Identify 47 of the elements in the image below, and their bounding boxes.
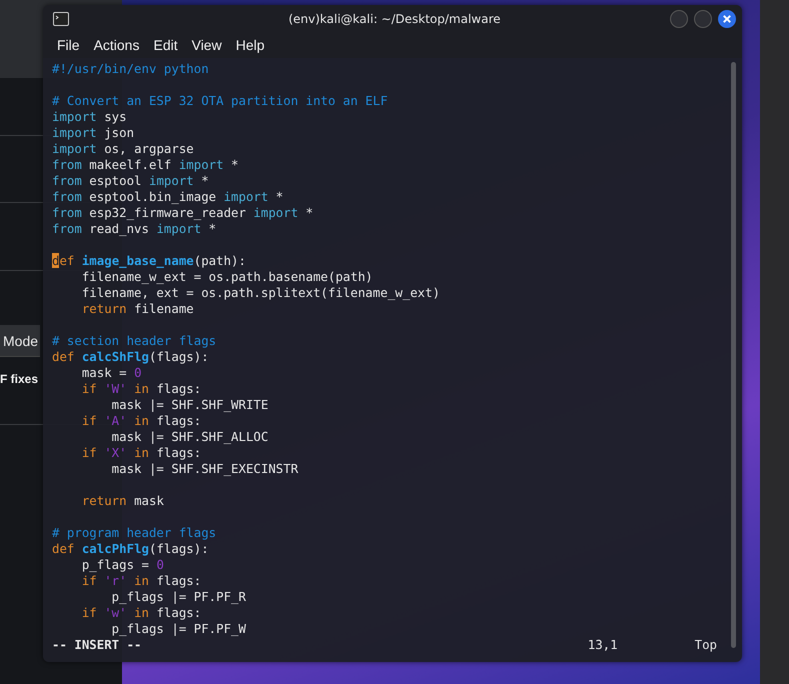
- menu-item[interactable]: Actions: [94, 37, 140, 53]
- code-line: mask |= SHF.SHF_EXECINSTR: [110, 461, 300, 477]
- code-line: if 'X' in flags:: [80, 445, 202, 461]
- code-line: return filename: [80, 301, 195, 317]
- code-line: # program header flags: [52, 525, 218, 541]
- code-line: if 'A' in flags:: [80, 413, 202, 429]
- menu-item[interactable]: Edit: [153, 37, 178, 53]
- code-line: import sys: [52, 109, 128, 125]
- window-title: (env)kali@kali: ~/Desktop/malware: [287, 12, 502, 26]
- panel-text: F fixes: [0, 372, 38, 386]
- scrollbar[interactable]: [731, 62, 736, 648]
- code-line: from esptool.bin_image import *: [52, 189, 284, 205]
- menu-item[interactable]: View: [192, 37, 222, 53]
- code-line: # section header flags: [52, 333, 218, 349]
- code-line: if 'W' in flags:: [80, 381, 202, 397]
- code-line: def calcShFlg(flags):: [52, 349, 210, 365]
- code-line: filename, ext = os.path.splitext(filename_w_ext): [80, 285, 441, 301]
- close-icon[interactable]: [718, 10, 736, 28]
- menu-item[interactable]: Help: [236, 37, 264, 53]
- code-line: from read_nvs import *: [52, 221, 218, 237]
- maximize-button[interactable]: [694, 10, 712, 28]
- code-line: if 'w' in flags:: [80, 605, 202, 621]
- cursor-position: 13,1: [588, 637, 618, 653]
- code-line: filename_w_ext = os.path.basename(path): [80, 269, 374, 285]
- code-line: mask = 0: [80, 365, 143, 381]
- mode-button[interactable]: Mode: [0, 325, 40, 357]
- code-line: if 'r' in flags:: [80, 573, 202, 589]
- code-line: import os, argparse: [52, 141, 195, 157]
- code-line: mask |= SHF.SHF_WRITE: [110, 397, 270, 413]
- code-line: from esp32_firmware_reader import *: [52, 205, 314, 221]
- mode-indicator: -- INSERT --: [52, 637, 142, 653]
- code-line: import json: [52, 125, 136, 141]
- code-line: def image_base_name(path):: [52, 253, 247, 269]
- code-line: def calcPhFlg(flags):: [52, 541, 210, 557]
- code-line: from makeelf.elf import *: [52, 157, 240, 173]
- minimize-button[interactable]: [670, 10, 688, 28]
- menu-item[interactable]: File: [57, 37, 80, 53]
- code-line: p_flags |= PF.PF_W: [110, 621, 247, 637]
- code-line: # Convert an ESP 32 OTA partition into an ELF: [52, 93, 389, 109]
- code-line: #!/usr/bin/env python: [52, 61, 210, 77]
- code-line: from esptool import *: [52, 173, 210, 189]
- terminal-icon: [53, 12, 69, 26]
- code-line: p_flags = 0: [80, 557, 165, 573]
- code-line: mask |= SHF.SHF_ALLOC: [110, 429, 270, 445]
- code-line: p_flags |= PF.PF_R: [110, 589, 247, 605]
- code-line: return mask: [80, 493, 165, 509]
- scroll-position: Top: [694, 637, 717, 653]
